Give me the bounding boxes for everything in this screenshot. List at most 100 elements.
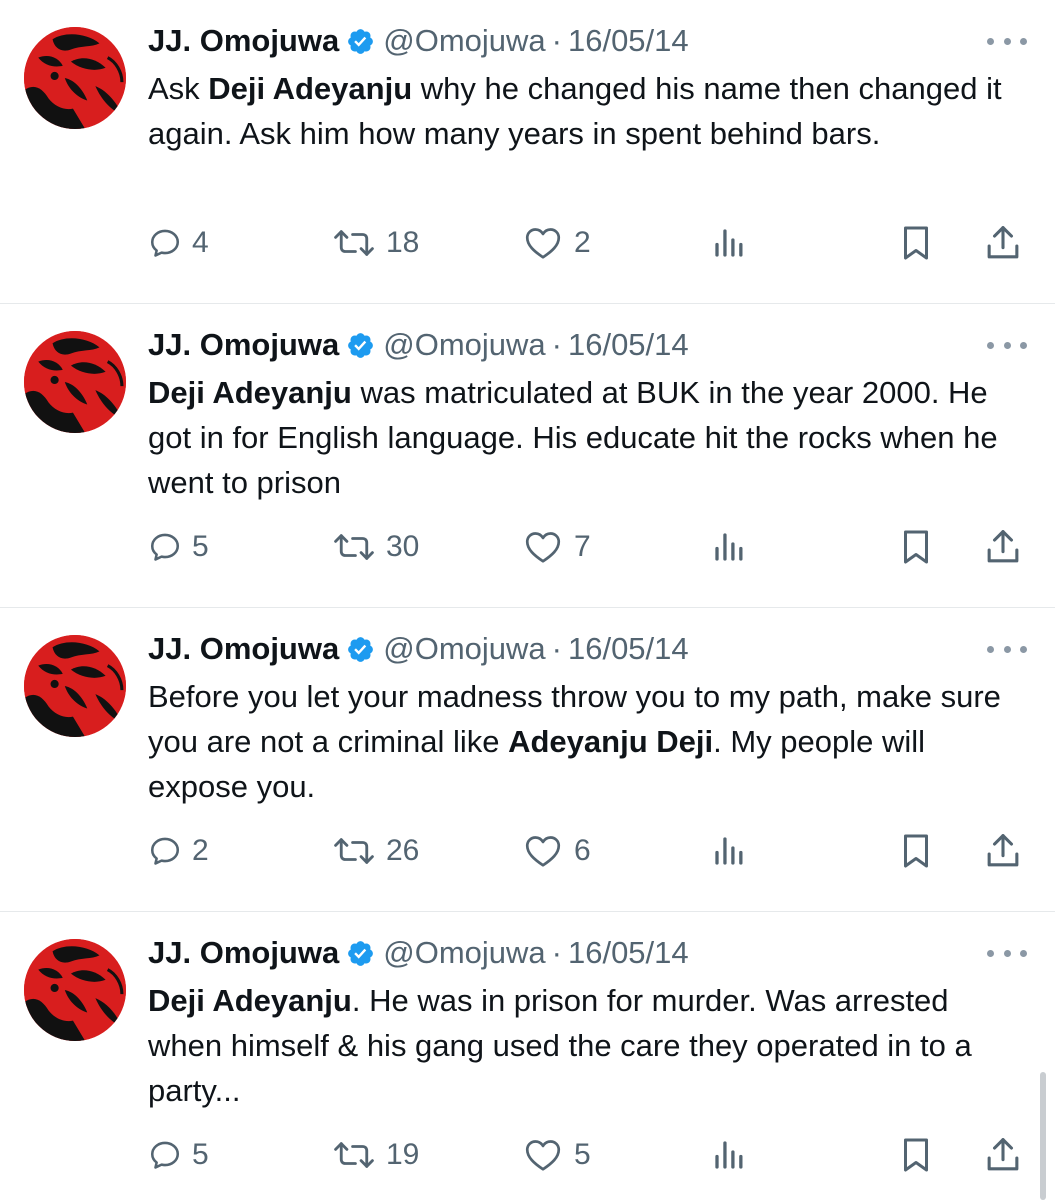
scrollbar[interactable]: [1040, 1072, 1046, 1200]
tweet[interactable]: JJ. Omojuwa @Omojuwa · 16/05/14 Deji Ade…: [0, 912, 1055, 1200]
views-icon: [715, 229, 743, 257]
avatar[interactable]: [24, 939, 126, 1041]
more-options-icon[interactable]: [987, 638, 1027, 660]
avatar[interactable]: [24, 331, 126, 433]
author-handle[interactable]: @Omojuwa: [383, 935, 545, 971]
tweet-date[interactable]: 16/05/14: [568, 935, 689, 971]
like-count: 6: [574, 834, 591, 867]
author-name[interactable]: JJ. Omojuwa: [148, 631, 339, 667]
author-name[interactable]: JJ. Omojuwa: [148, 327, 339, 363]
tweet-text: Deji Adeyanju was matriculated at BUK in…: [148, 370, 1008, 505]
bookmark-button[interactable]: [898, 522, 934, 572]
author-name[interactable]: JJ. Omojuwa: [148, 23, 339, 59]
text-part: Ask: [148, 71, 209, 106]
tweet-date[interactable]: 16/05/14: [568, 23, 689, 59]
bookmark-icon: [904, 530, 928, 564]
heart-icon: [525, 532, 561, 563]
reply-icon: [150, 1141, 180, 1169]
mention-bold: Deji Adeyanju: [148, 375, 352, 410]
like-button[interactable]: 7: [522, 522, 591, 572]
reply-count: 5: [192, 1138, 209, 1171]
verified-badge-icon: [346, 27, 375, 56]
retweet-count: 19: [386, 1138, 420, 1171]
reply-count: 5: [192, 530, 209, 563]
tweet-text: Deji Adeyanju. He was in prison for murd…: [148, 978, 1008, 1113]
reply-icon: [150, 229, 180, 257]
separator-dot: ·: [551, 23, 562, 58]
separator-dot: ·: [551, 631, 562, 666]
retweet-button[interactable]: 18: [332, 218, 419, 268]
like-count: 2: [574, 226, 591, 259]
views-icon: [715, 837, 743, 865]
reply-button[interactable]: 5: [148, 522, 209, 572]
reply-icon: [150, 837, 180, 865]
retweet-count: 18: [386, 226, 420, 259]
separator-dot: ·: [551, 935, 562, 970]
author-handle[interactable]: @Omojuwa: [383, 631, 545, 667]
more-options-icon[interactable]: [987, 334, 1027, 356]
retweet-count: 26: [386, 834, 420, 867]
bookmark-icon: [904, 1138, 928, 1172]
share-button[interactable]: [984, 826, 1022, 876]
retweet-button[interactable]: 19: [332, 1130, 419, 1180]
views-icon: [715, 1141, 743, 1169]
reply-button[interactable]: 5: [148, 1130, 209, 1180]
retweet-icon: [334, 838, 374, 864]
share-icon: [987, 226, 1019, 259]
share-icon: [987, 834, 1019, 867]
mention-bold: Deji Adeyanju: [148, 983, 352, 1018]
reply-button[interactable]: 4: [148, 218, 209, 268]
like-button[interactable]: 6: [522, 826, 591, 876]
author-name[interactable]: JJ. Omojuwa: [148, 935, 339, 971]
share-button[interactable]: [984, 522, 1022, 572]
retweet-button[interactable]: 30: [332, 522, 419, 572]
avatar-portrait-icon: [24, 635, 126, 737]
share-icon: [987, 1138, 1019, 1171]
more-options-icon[interactable]: [987, 942, 1027, 964]
more-options-icon[interactable]: [987, 30, 1027, 52]
views-button[interactable]: [711, 826, 747, 876]
views-button[interactable]: [711, 218, 747, 268]
reply-button[interactable]: 2: [148, 826, 209, 876]
retweet-count: 30: [386, 530, 420, 563]
tweet-header: JJ. Omojuwa @Omojuwa · 16/05/14: [148, 20, 689, 62]
heart-icon: [525, 836, 561, 867]
bookmark-button[interactable]: [898, 826, 934, 876]
verified-badge-icon: [346, 635, 375, 664]
tweet[interactable]: JJ. Omojuwa @Omojuwa · 16/05/14 Deji Ade…: [0, 304, 1055, 608]
avatar-portrait-icon: [24, 27, 126, 129]
views-button[interactable]: [711, 522, 747, 572]
tweet-header: JJ. Omojuwa @Omojuwa · 16/05/14: [148, 628, 689, 670]
bookmark-button[interactable]: [898, 1130, 934, 1180]
avatar-portrait-icon: [24, 331, 126, 433]
like-button[interactable]: 2: [522, 218, 591, 268]
action-bar: 5 30 7: [148, 522, 1028, 572]
author-handle[interactable]: @Omojuwa: [383, 327, 545, 363]
tweet-date[interactable]: 16/05/14: [568, 631, 689, 667]
separator-dot: ·: [551, 327, 562, 362]
retweet-button[interactable]: 26: [332, 826, 419, 876]
reply-icon: [150, 533, 180, 561]
author-handle[interactable]: @Omojuwa: [383, 23, 545, 59]
tweet[interactable]: JJ. Omojuwa @Omojuwa · 16/05/14 Before y…: [0, 608, 1055, 912]
tweet-text: Ask Deji Adeyanju why he changed his nam…: [148, 66, 1008, 156]
tweet[interactable]: JJ. Omojuwa @Omojuwa · 16/05/14 Ask Deji…: [0, 0, 1055, 304]
avatar[interactable]: [24, 27, 126, 129]
bookmark-button[interactable]: [898, 218, 934, 268]
views-button[interactable]: [711, 1130, 747, 1180]
action-bar: 4 18 2: [148, 218, 1028, 268]
reply-count: 4: [192, 226, 209, 259]
share-button[interactable]: [984, 218, 1022, 268]
like-button[interactable]: 5: [522, 1130, 591, 1180]
action-bar: 5 19 5: [148, 1130, 1028, 1180]
tweet-header: JJ. Omojuwa @Omojuwa · 16/05/14: [148, 324, 689, 366]
avatar[interactable]: [24, 635, 126, 737]
tweet-header: JJ. Omojuwa @Omojuwa · 16/05/14: [148, 932, 689, 974]
tweet-date[interactable]: 16/05/14: [568, 327, 689, 363]
avatar-portrait-icon: [24, 939, 126, 1041]
like-count: 5: [574, 1138, 591, 1171]
share-button[interactable]: [984, 1130, 1022, 1180]
views-icon: [715, 533, 743, 561]
tweet-text: Before you let your madness throw you to…: [148, 674, 1008, 809]
heart-icon: [525, 1140, 561, 1171]
